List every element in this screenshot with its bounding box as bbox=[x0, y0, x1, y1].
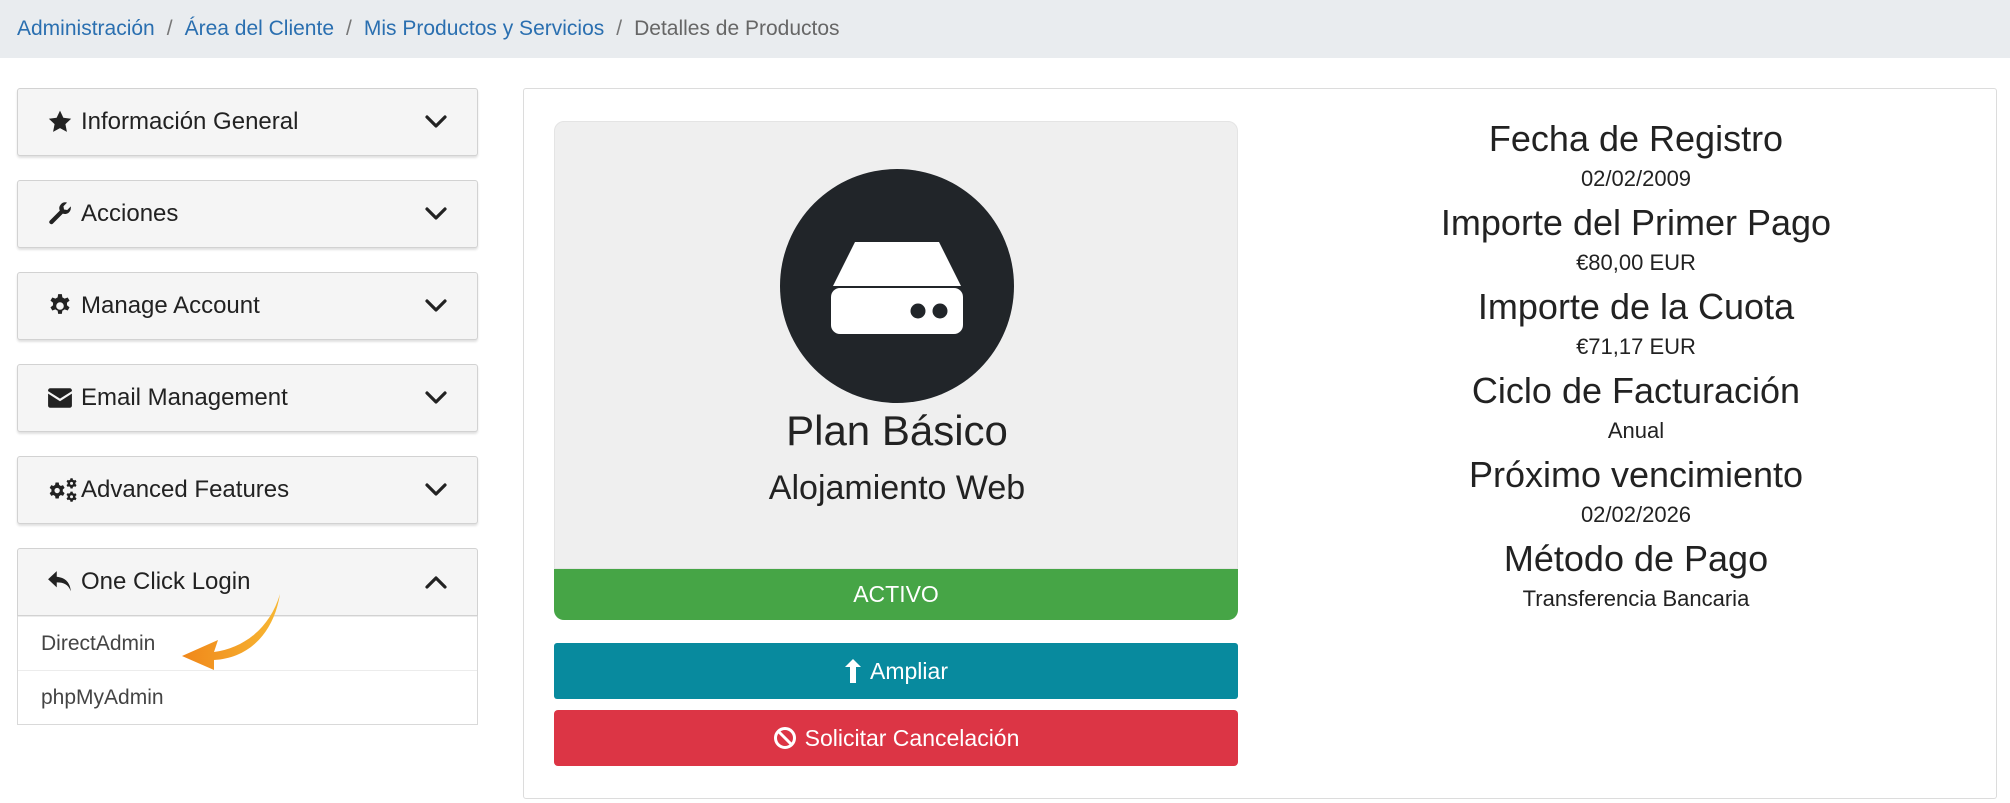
breadcrumb-link-area-cliente[interactable]: Área del Cliente bbox=[185, 17, 334, 41]
chevron-down-icon bbox=[423, 109, 449, 135]
star-icon bbox=[47, 109, 81, 135]
detail-label-payment-method: Método de Pago bbox=[1503, 538, 1769, 579]
panel-acciones[interactable]: Acciones bbox=[17, 180, 478, 248]
upgrade-button-label: Ampliar bbox=[870, 657, 948, 684]
breadcrumb-link-administracion[interactable]: Administración bbox=[17, 17, 155, 41]
breadcrumb-separator: / bbox=[616, 17, 623, 40]
cancel-button-label: Solicitar Cancelación bbox=[804, 724, 1020, 751]
wrench-icon bbox=[47, 201, 81, 227]
panel-informacion-general[interactable]: Información General bbox=[17, 88, 478, 156]
panel-label: Información General bbox=[81, 108, 299, 135]
plan-name: Plan Básico bbox=[786, 407, 1008, 454]
envelope-icon bbox=[47, 387, 81, 409]
hdd-icon bbox=[780, 169, 1014, 403]
login-item-phpmyadmin[interactable]: phpMyAdmin bbox=[18, 670, 477, 724]
chevron-down-icon bbox=[423, 477, 449, 503]
panel-manage-account[interactable]: Manage Account bbox=[17, 272, 478, 340]
breadcrumb-separator: / bbox=[346, 17, 352, 40]
breadcrumb: Administración / Área del Cliente / Mis … bbox=[0, 0, 2010, 58]
product-details-list: Fecha de Registro 02/02/2009 Importe del… bbox=[1274, 117, 1998, 621]
panel-email-management[interactable]: Email Management bbox=[17, 364, 478, 432]
chevron-up-icon bbox=[423, 569, 449, 595]
reply-icon bbox=[47, 570, 81, 594]
breadcrumb-separator: / bbox=[166, 17, 173, 40]
product-details-panel: Plan Básico Alojamiento Web ACTIVO Ampli… bbox=[523, 88, 1997, 799]
panel-label: Acciones bbox=[81, 200, 179, 227]
upgrade-arrow-icon bbox=[845, 659, 862, 683]
detail-label-first-payment: Importe del Primer Pago bbox=[1440, 202, 1832, 243]
status-badge: ACTIVO bbox=[554, 569, 1238, 620]
upgrade-button[interactable]: Ampliar bbox=[554, 643, 1238, 699]
annotation-arrow-icon bbox=[182, 594, 280, 670]
panel-label: Email Management bbox=[81, 384, 288, 411]
chevron-down-icon bbox=[423, 293, 449, 319]
detail-label-billing-cycle: Ciclo de Facturación bbox=[1471, 370, 1801, 411]
gears-icon bbox=[47, 477, 81, 503]
panel-label: Manage Account bbox=[81, 292, 260, 319]
cancel-request-button[interactable]: Solicitar Cancelación bbox=[554, 710, 1238, 766]
detail-value-recurring-amount: €71,17 EUR bbox=[1576, 334, 1696, 359]
chevron-down-icon bbox=[423, 201, 449, 227]
detail-value-next-due: 02/02/2026 bbox=[1580, 502, 1692, 527]
plan-type: Alojamiento Web bbox=[768, 469, 1026, 507]
detail-label-recurring-amount: Importe de la Cuota bbox=[1477, 286, 1795, 327]
product-card: Plan Básico Alojamiento Web bbox=[554, 121, 1238, 569]
ban-icon bbox=[773, 727, 796, 749]
detail-value-payment-method: Transferencia Bancaria bbox=[1522, 586, 1750, 611]
chevron-down-icon bbox=[423, 385, 449, 411]
gear-icon bbox=[47, 293, 81, 319]
detail-label-registration-date: Fecha de Registro bbox=[1488, 118, 1784, 159]
detail-value-first-payment: €80,00 EUR bbox=[1576, 250, 1696, 275]
panel-advanced-features[interactable]: Advanced Features bbox=[17, 456, 478, 524]
panel-label: Advanced Features bbox=[81, 476, 290, 503]
detail-label-next-due: Próximo vencimiento bbox=[1468, 454, 1804, 495]
breadcrumb-current: Detalles de Productos bbox=[634, 17, 840, 40]
breadcrumb-link-mis-productos[interactable]: Mis Productos y Servicios bbox=[364, 17, 604, 41]
detail-value-registration-date: 02/02/2009 bbox=[1580, 166, 1692, 191]
detail-value-billing-cycle: Anual bbox=[1607, 418, 1665, 443]
